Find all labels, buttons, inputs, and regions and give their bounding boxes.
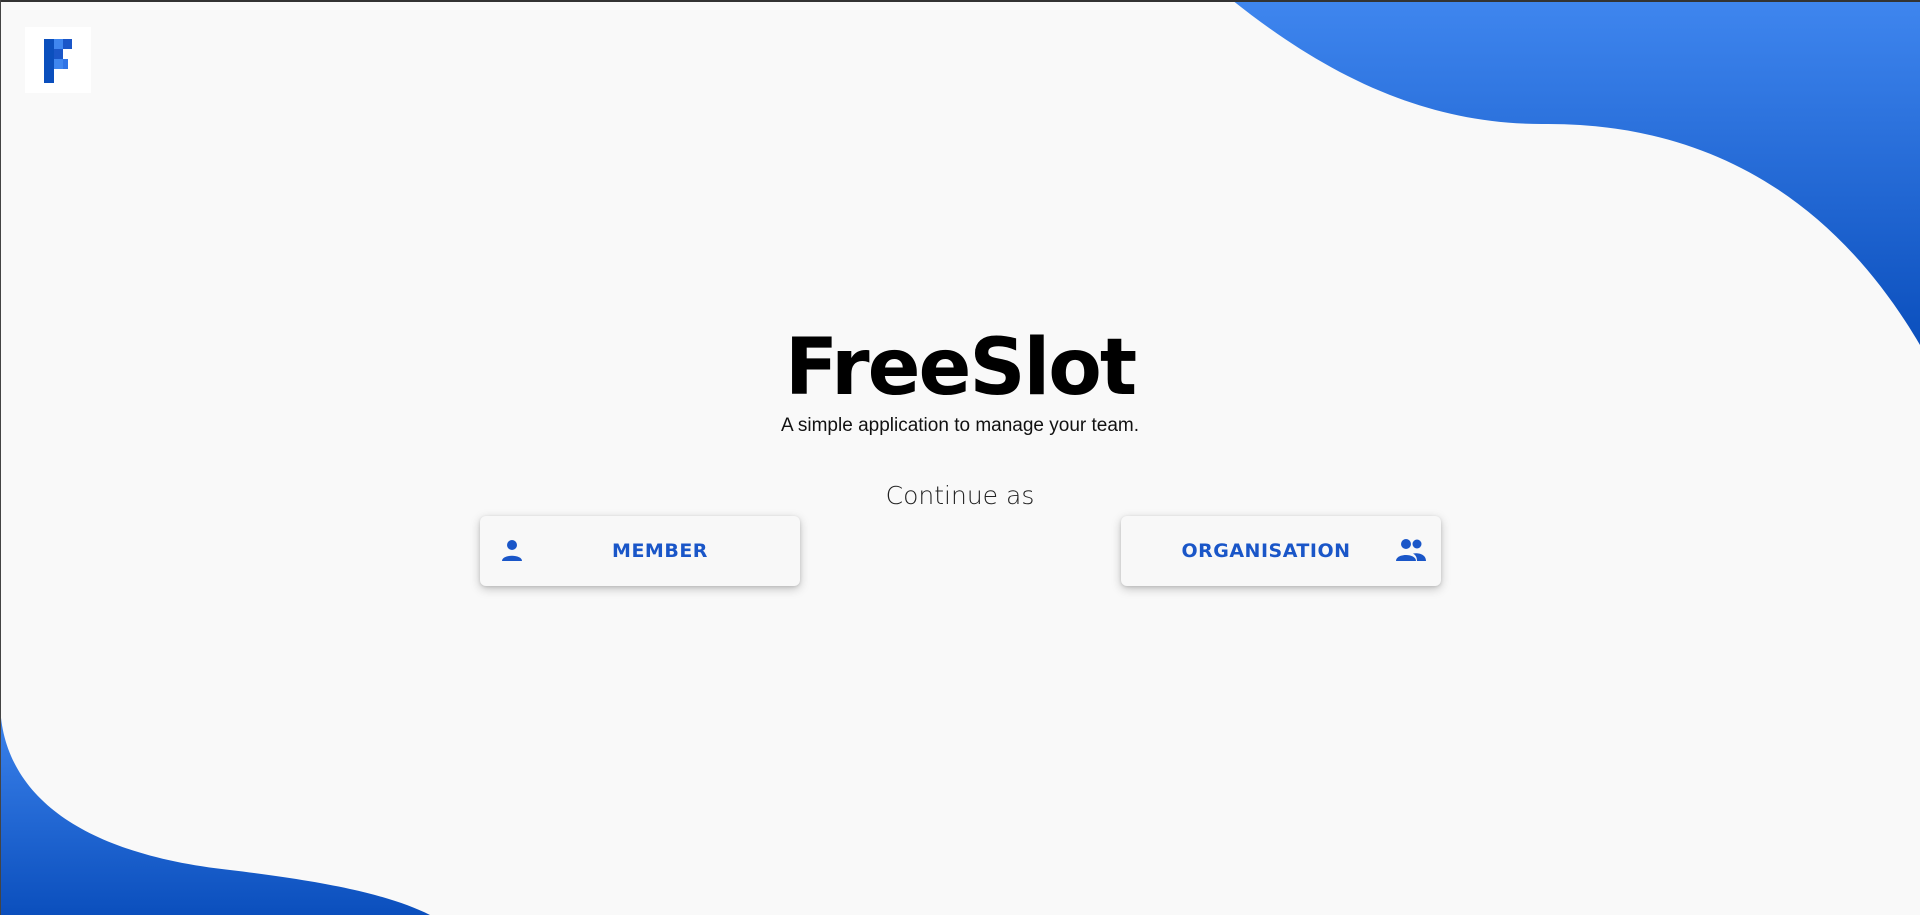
page-subtitle: A simple application to manage your team… — [780, 415, 1140, 436]
continue-as-member-button[interactable]: MEMBER — [480, 516, 800, 586]
freeslot-logo-icon — [44, 39, 72, 83]
window-top-border — [0, 0, 1920, 2]
page-title: FreeSlot — [784, 323, 1137, 413]
continue-as-organisation-button[interactable]: ORGANISATION — [1121, 516, 1441, 586]
landing-hero: FreeSlot A simple application to manage … — [0, 0, 1920, 915]
organisation-button-label: ORGANISATION — [1181, 540, 1351, 562]
app-logo[interactable] — [25, 27, 91, 93]
continue-as-label: Continue as — [885, 481, 1035, 510]
member-button-label: MEMBER — [612, 540, 708, 562]
window-left-border — [0, 0, 1, 915]
group-icon — [1396, 539, 1426, 561]
